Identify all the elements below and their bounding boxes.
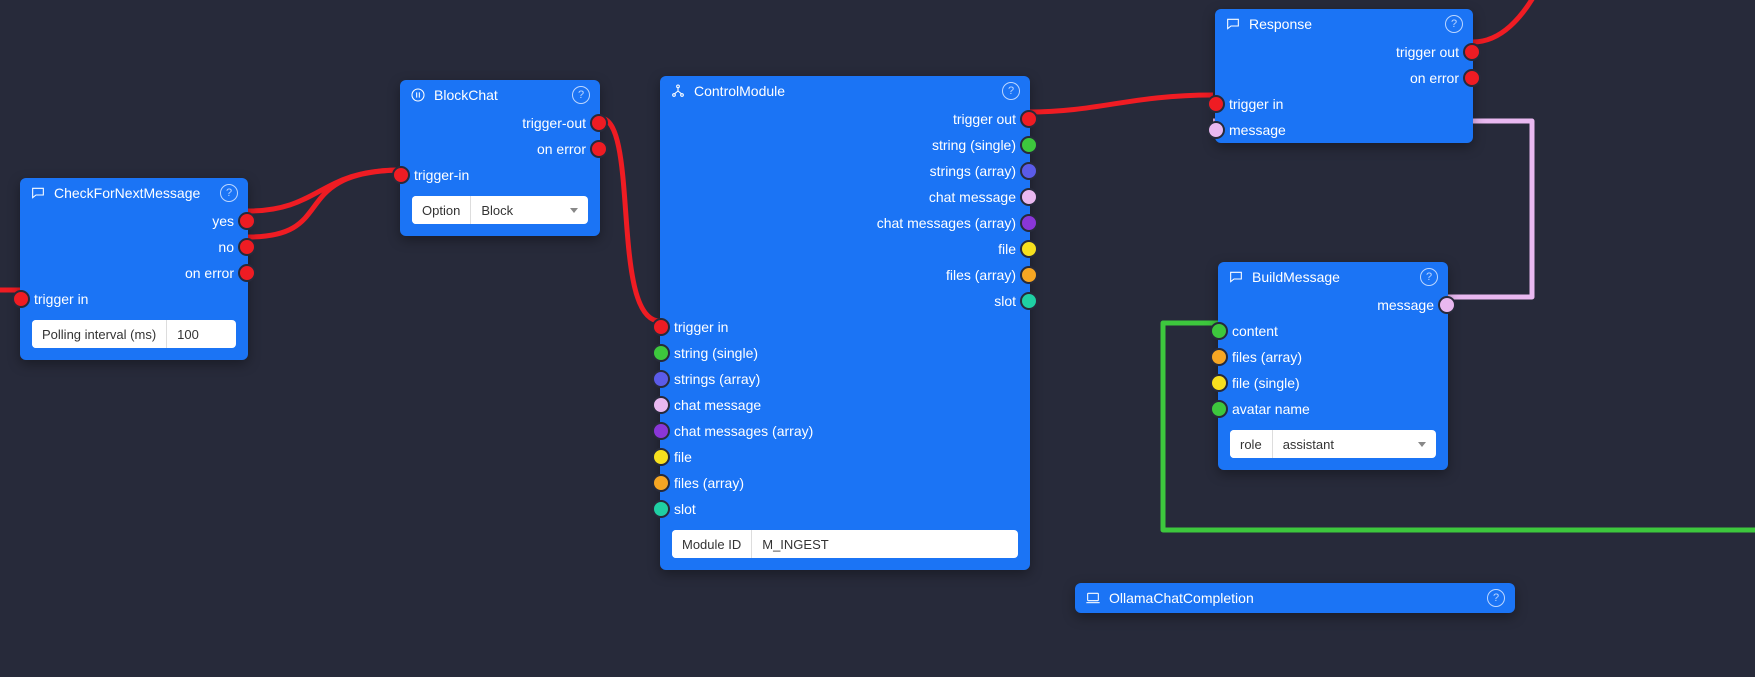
- port-slot[interactable]: slot: [660, 288, 1030, 314]
- chat-icon: [1225, 16, 1241, 32]
- port-yes[interactable]: yes: [20, 208, 248, 234]
- port-trigger-out[interactable]: trigger-out: [400, 110, 600, 136]
- port-trigger-in[interactable]: trigger in: [660, 314, 1030, 340]
- port-trigger-in[interactable]: trigger-in: [400, 162, 600, 188]
- port-file[interactable]: file: [660, 236, 1030, 262]
- port-files-array-in[interactable]: files (array): [1218, 344, 1448, 370]
- port-file-single-in[interactable]: file (single): [1218, 370, 1448, 396]
- port-files-array-in[interactable]: files (array): [660, 470, 1030, 496]
- node-check-for-next-message[interactable]: CheckForNextMessage ? yes no on error tr…: [20, 178, 248, 360]
- help-icon[interactable]: ?: [1002, 82, 1020, 100]
- chevron-down-icon: [1418, 442, 1426, 447]
- port-no[interactable]: no: [20, 234, 248, 260]
- port-trigger-in[interactable]: trigger in: [1215, 91, 1473, 117]
- node-block-chat[interactable]: BlockChat ? trigger-out on error trigger…: [400, 80, 600, 236]
- port-strings-array[interactable]: strings (array): [660, 158, 1030, 184]
- node-title: ControlModule: [694, 83, 994, 99]
- port-trigger-out[interactable]: trigger out: [1215, 39, 1473, 65]
- node-control-module[interactable]: ControlModule ? trigger out string (sing…: [660, 76, 1030, 570]
- port-content-in[interactable]: content: [1218, 318, 1448, 344]
- node-title: OllamaChatCompletion: [1109, 590, 1479, 606]
- port-message-out[interactable]: message: [1218, 292, 1448, 318]
- module-icon: [670, 83, 686, 99]
- port-avatar-name-in[interactable]: avatar name: [1218, 396, 1448, 422]
- node-ollama-chat-completion[interactable]: OllamaChatCompletion ?: [1075, 583, 1515, 613]
- help-icon[interactable]: ?: [1487, 589, 1505, 607]
- port-on-error[interactable]: on error: [20, 260, 248, 286]
- port-on-error[interactable]: on error: [1215, 65, 1473, 91]
- chat-icon: [1228, 269, 1244, 285]
- port-files-array[interactable]: files (array): [660, 262, 1030, 288]
- node-title: BlockChat: [434, 87, 564, 103]
- port-file-in[interactable]: file: [660, 444, 1030, 470]
- port-trigger-out[interactable]: trigger out: [660, 106, 1030, 132]
- help-icon[interactable]: ?: [572, 86, 590, 104]
- help-icon[interactable]: ?: [1445, 15, 1463, 33]
- option-select[interactable]: Option Block: [412, 196, 588, 224]
- chevron-down-icon: [570, 208, 578, 213]
- pause-icon: [410, 87, 426, 103]
- module-id-field[interactable]: Module ID M_INGEST: [672, 530, 1018, 558]
- chat-icon: [30, 185, 46, 201]
- port-on-error[interactable]: on error: [400, 136, 600, 162]
- help-icon[interactable]: ?: [1420, 268, 1438, 286]
- port-string-single[interactable]: string (single): [660, 132, 1030, 158]
- node-response[interactable]: Response ? trigger out on error trigger …: [1215, 9, 1473, 143]
- port-slot-in[interactable]: slot: [660, 496, 1030, 522]
- node-title: BuildMessage: [1252, 269, 1412, 285]
- node-canvas[interactable]: CheckForNextMessage ? yes no on error tr…: [0, 0, 1755, 677]
- port-chat-message[interactable]: chat message: [660, 184, 1030, 210]
- port-chat-messages-array[interactable]: chat messages (array): [660, 210, 1030, 236]
- node-title: CheckForNextMessage: [54, 185, 212, 201]
- node-title: Response: [1249, 16, 1437, 32]
- port-chat-messages-array-in[interactable]: chat messages (array): [660, 418, 1030, 444]
- polling-interval-field[interactable]: Polling interval (ms) 100: [32, 320, 236, 348]
- port-message-in[interactable]: message: [1215, 117, 1473, 143]
- port-string-single-in[interactable]: string (single): [660, 340, 1030, 366]
- help-icon[interactable]: ?: [220, 184, 238, 202]
- port-trigger-in[interactable]: trigger in: [20, 286, 248, 312]
- role-select[interactable]: role assistant: [1230, 430, 1436, 458]
- laptop-icon: [1085, 590, 1101, 606]
- node-build-message[interactable]: BuildMessage ? message content files (ar…: [1218, 262, 1448, 470]
- port-strings-array-in[interactable]: strings (array): [660, 366, 1030, 392]
- port-chat-message-in[interactable]: chat message: [660, 392, 1030, 418]
